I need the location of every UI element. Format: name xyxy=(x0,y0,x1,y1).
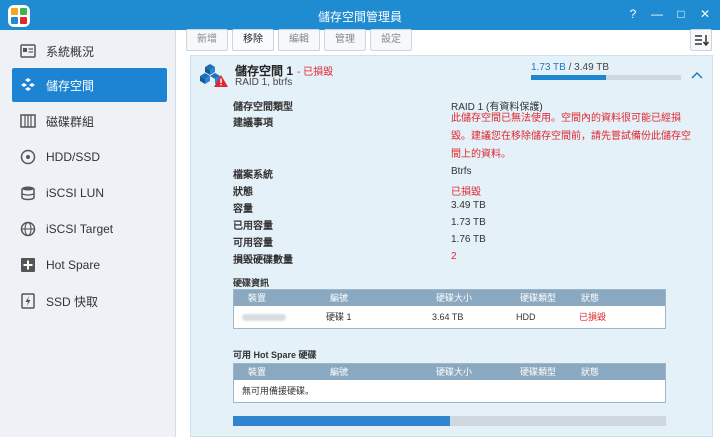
storage-pool-panel: 儲存空間 1- 已損毀 RAID 1, btrfs 1.73 TB / 3.49… xyxy=(190,55,713,437)
disk-size: 3.64 TB xyxy=(432,312,464,322)
sidebar-item-disk-group[interactable]: 磁碟群組 xyxy=(12,104,167,138)
sidebar-item-overview[interactable]: 系統概況 xyxy=(12,34,167,68)
prop-label-free-capacity: 可用容量 xyxy=(233,238,273,249)
sidebar-item-label: Hot Spare xyxy=(46,258,101,272)
col-number: 編號 xyxy=(330,367,349,377)
sidebar: 系統概況 儲存空間 磁碟群組 HDD/SSD iSCSI LUN iSCSI T… xyxy=(0,30,176,437)
sidebar-item-iscsi-target[interactable]: iSCSI Target xyxy=(12,212,167,246)
hdd-icon xyxy=(20,149,36,165)
usage-bar-fill xyxy=(531,75,606,80)
prop-label-pool-type: 儲存空間類型 xyxy=(233,102,293,113)
col-size: 硬碟大小 xyxy=(436,367,473,377)
prop-value-free-capacity: 1.76 TB xyxy=(451,234,486,245)
close-icon[interactable]: ✕ xyxy=(698,7,712,21)
table-header: 裝置 編號 硬碟大小 硬碟類型 狀態 xyxy=(234,290,665,306)
disk-info-title: 硬碟資訊 xyxy=(233,278,270,288)
collapse-chevron-up-icon[interactable] xyxy=(691,67,703,82)
sidebar-item-label: SSD 快取 xyxy=(46,294,99,309)
hot-spare-icon xyxy=(20,257,36,273)
sidebar-item-label: HDD/SSD xyxy=(46,150,101,164)
window-title: 儲存空間管理員 xyxy=(317,10,402,24)
prop-value-filesystem: Btrfs xyxy=(451,166,472,177)
storage-pool-subtitle: RAID 1, btrfs xyxy=(235,77,293,88)
disk-info-table: 裝置 編號 硬碟大小 硬碟類型 狀態 硬碟 1 3.64 TB HDD 已損毀 xyxy=(233,289,666,329)
storage-pool-warning-icon xyxy=(200,62,228,88)
col-device: 裝置 xyxy=(248,293,267,303)
help-icon[interactable]: ? xyxy=(626,7,640,21)
disk-type: HDD xyxy=(516,312,536,322)
prop-label-suggestion: 建議事項 xyxy=(233,118,273,129)
col-number: 編號 xyxy=(330,293,349,303)
sidebar-item-label: 儲存空間 xyxy=(46,78,95,93)
total-capacity: / 3.49 TB xyxy=(568,62,610,73)
col-status: 狀態 xyxy=(581,293,600,303)
hot-spare-title: 可用 Hot Spare 硬碟 xyxy=(233,350,317,360)
col-status: 狀態 xyxy=(581,367,600,377)
sidebar-item-hdd-ssd[interactable]: HDD/SSD xyxy=(12,140,167,174)
storage-pool-icon xyxy=(20,77,36,93)
col-type: 硬碟類型 xyxy=(520,367,557,377)
prop-value-status: 已損毀 xyxy=(451,187,481,198)
col-size: 硬碟大小 xyxy=(436,293,473,303)
sort-view-button[interactable] xyxy=(690,29,712,51)
progress-bar xyxy=(233,416,666,426)
prop-value-used-capacity: 1.73 TB xyxy=(451,217,486,228)
settings-button[interactable]: 設定 xyxy=(370,29,412,51)
progress-bar-fill xyxy=(233,416,450,426)
prop-value-crashed-disks: 2 xyxy=(451,251,457,262)
table-header: 裝置 編號 硬碟大小 硬碟類型 狀態 xyxy=(234,364,665,380)
usage-text: 1.73 TB / 3.49 TB xyxy=(531,62,609,73)
sidebar-item-hot-spare[interactable]: Hot Spare xyxy=(12,248,167,282)
prop-value-capacity: 3.49 TB xyxy=(451,200,486,211)
overview-icon xyxy=(20,43,36,59)
prop-label-used-capacity: 已用容量 xyxy=(233,221,273,232)
disk-status: 已損毀 xyxy=(579,312,607,322)
disk-group-icon xyxy=(20,113,36,129)
manage-button[interactable]: 管理 xyxy=(324,29,366,51)
minimize-icon[interactable]: — xyxy=(650,7,664,21)
iscsi-lun-icon xyxy=(20,185,36,201)
prop-label-status: 狀態 xyxy=(233,187,253,198)
window-titlebar: 儲存空間管理員 ? — □ ✕ xyxy=(0,0,720,30)
prop-label-filesystem: 檔案系統 xyxy=(233,170,273,181)
edit-button[interactable]: 編輯 xyxy=(278,29,320,51)
prop-label-crashed-disks: 損毀硬碟數量 xyxy=(233,255,293,266)
empty-message: 無可用備援硬碟。 xyxy=(242,386,315,396)
disk-number: 硬碟 1 xyxy=(326,312,352,322)
hot-spare-table: 裝置 編號 硬碟大小 硬碟類型 狀態 無可用備援硬碟。 xyxy=(233,363,666,403)
col-device: 裝置 xyxy=(248,367,267,377)
sidebar-item-label: 磁碟群組 xyxy=(46,114,95,129)
suggestion-text: 此儲存空間已無法使用。空間內的資料很可能已經損 毀。建議您在移除儲存空間前，請先… xyxy=(451,113,691,160)
table-row[interactable]: 硬碟 1 3.64 TB HDD 已損毀 xyxy=(234,306,665,328)
sidebar-item-label: 系統概況 xyxy=(46,44,95,59)
create-button[interactable]: 新增 xyxy=(186,29,228,51)
iscsi-target-icon xyxy=(20,221,36,237)
prop-label-capacity: 容量 xyxy=(233,204,253,215)
ssd-cache-icon xyxy=(20,293,36,309)
table-row: 無可用備援硬碟。 xyxy=(234,380,665,402)
blurred-device-name xyxy=(242,314,286,321)
maximize-icon[interactable]: □ xyxy=(674,7,688,21)
sort-list-icon xyxy=(695,35,710,47)
sidebar-item-ssd-cache[interactable]: SSD 快取 xyxy=(12,284,167,318)
storage-pool-state: - 已損毀 xyxy=(297,67,334,78)
usage-bar xyxy=(531,75,681,80)
sidebar-item-label: iSCSI Target xyxy=(46,222,114,236)
sidebar-item-label: iSCSI LUN xyxy=(46,186,105,200)
toolbar: 新增 移除 編輯 管理 設定 xyxy=(186,29,412,51)
remove-button[interactable]: 移除 xyxy=(232,29,274,51)
sidebar-item-iscsi-lun[interactable]: iSCSI LUN xyxy=(12,176,167,210)
col-type: 硬碟類型 xyxy=(520,293,557,303)
sidebar-item-storage-pool[interactable]: 儲存空間 xyxy=(12,68,167,102)
used-capacity: 1.73 TB xyxy=(531,62,566,73)
